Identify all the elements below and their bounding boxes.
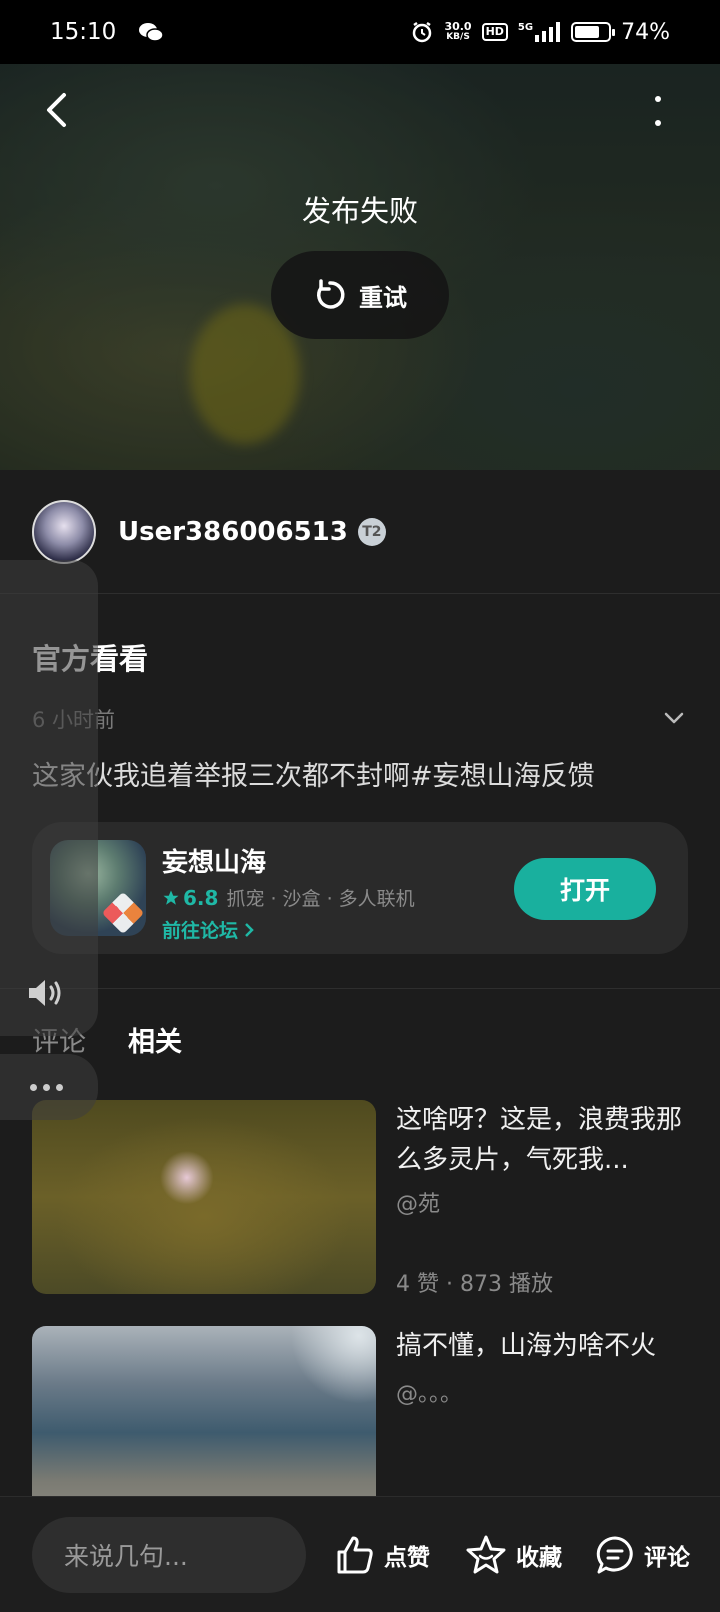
video-thumbnail [32,1326,376,1520]
dot-icon [43,1083,50,1091]
related-title: 这啥呀？这是，浪费我那么多灵片，气死我... [396,1105,683,1175]
chevron-right-icon [245,922,254,937]
alarm-icon [413,21,432,43]
game-name: 妄想山海 [162,848,267,878]
tab-related[interactable]: 相关 [128,1020,182,1059]
network-speed-unit: KB/S [446,32,470,42]
game-score: 6.8 [162,886,218,910]
battery-percent: 74% [621,19,670,45]
avatar[interactable] [32,499,96,564]
signal-icon [535,22,561,42]
list-item[interactable]: 搞不懂，山海为啥不火 @。。。 [32,1326,688,1522]
forum-link-label: 前往论坛 [162,920,239,942]
comment-label: 评论 [644,1545,690,1571]
battery-icon [571,22,616,42]
favorite-button[interactable]: 收藏 [464,1523,562,1587]
signal-indicator: 5G [518,22,561,42]
publish-failed-text: 发布失败 [301,194,418,228]
related-title: 搞不懂，山海为啥不火 [396,1331,657,1361]
retry-button[interactable]: 重试 [271,251,449,339]
status-time: 15:10 [50,19,117,45]
divider [0,988,720,989]
related-author: @苑 [396,1192,441,1217]
list-item[interactable]: 这啥呀？这是，浪费我那么多灵片，气死我... @苑 4 赞 · 873 播放 [32,1100,688,1297]
network-speed: 30.0 KB/S [444,21,471,43]
chevron-down-icon[interactable] [662,708,686,728]
bottom-bar: 来说几句... 点赞 收藏 评论 [0,1496,720,1612]
comment-button[interactable]: 评论 [594,1523,690,1587]
like-button[interactable]: 点赞 [334,1523,430,1587]
username[interactable]: User386006513 [118,517,348,547]
more-dot-icon [655,96,661,102]
related-stats: 4 赞 · 873 播放 [396,1272,553,1297]
comment-input[interactable]: 来说几句... [32,1517,306,1593]
video-player[interactable]: 发布失败 重试 [0,64,720,470]
wechat-icon [139,23,165,42]
app-root: 15:10 30.0 KB/S HD 5G 74% 发布失败 重试 User38… [0,0,720,1612]
game-tags: 抓宠 · 沙盒 · 多人联机 [226,888,415,910]
refresh-icon [317,279,345,309]
more-options-button[interactable] [648,96,668,126]
open-game-button[interactable]: 打开 [514,858,656,920]
game-score-value: 6.8 [183,885,219,910]
game-meta: 6.8 抓宠 · 沙盒 · 多人联机 [162,884,415,911]
author-row: User386006513 T2 [0,470,720,594]
speaker-icon[interactable] [26,976,64,1010]
tab-related-label: 相关 [128,1027,182,1058]
video-thumbnail [32,1100,376,1294]
dot-icon [30,1083,37,1091]
hd-badge: HD [481,23,508,41]
game-card[interactable]: 妄想山海 6.8 抓宠 · 沙盒 · 多人联机 前往论坛 打开 [32,822,688,954]
like-label: 点赞 [384,1545,430,1571]
star-outline-icon [466,1535,506,1574]
dot-icon [56,1083,63,1091]
forum-link[interactable]: 前往论坛 [162,916,254,943]
back-button[interactable] [36,90,76,130]
level-badge-icon: T2 [357,517,386,546]
battery-fill [575,26,599,38]
floating-panel[interactable] [0,560,98,1036]
favorite-label: 收藏 [516,1545,562,1571]
floating-more-button[interactable] [0,1054,98,1120]
post-body: 这家伙我追着举报三次都不封啊#妄想山海反馈 [32,761,595,792]
status-bar: 15:10 30.0 KB/S HD 5G 74% [0,0,720,64]
thumbs-up-icon [337,1536,373,1574]
related-author: @。。。 [396,1382,463,1407]
back-arrow-icon [47,93,66,127]
retry-label: 重试 [359,283,407,312]
comment-bubble-icon [596,1536,633,1574]
network-type: 5G [517,22,534,33]
network-speed-value: 30.0 [444,20,472,33]
more-dot-icon [655,120,661,126]
status-right: 30.0 KB/S HD 5G 74% [410,20,670,45]
star-icon [163,890,179,905]
game-icon-accent [101,891,145,935]
